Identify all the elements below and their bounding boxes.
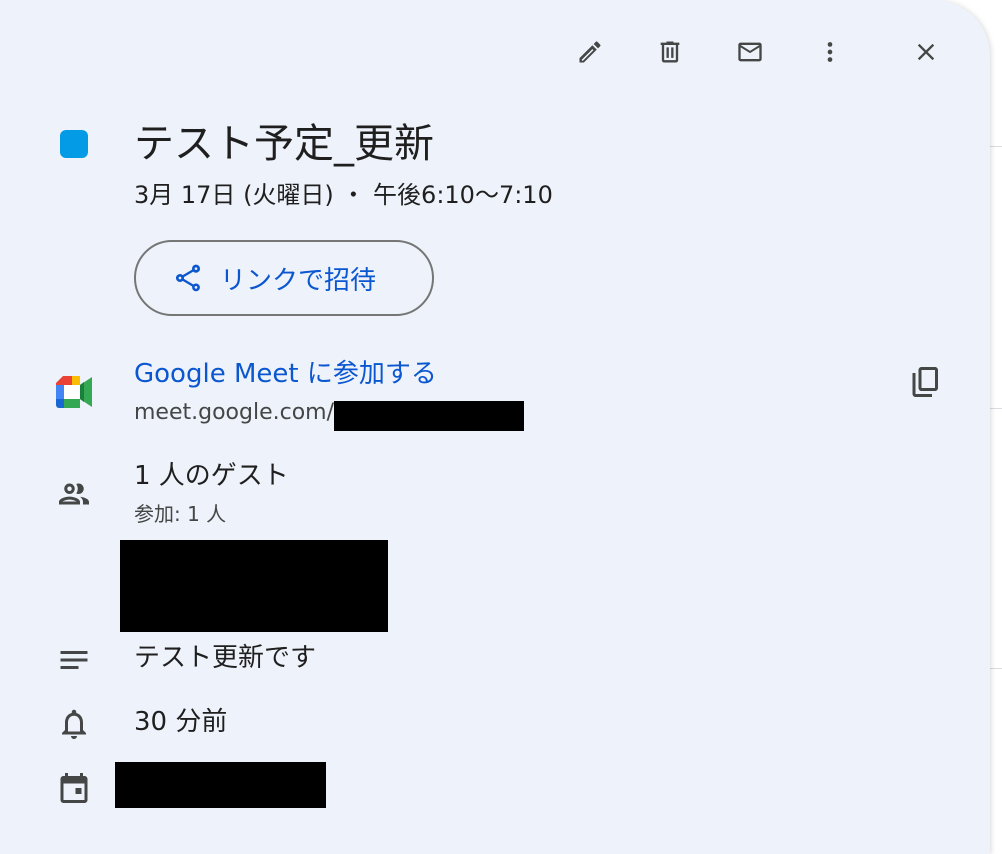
background-divider — [988, 408, 1002, 409]
delete-button[interactable] — [646, 28, 694, 76]
edit-pencil-icon — [579, 41, 601, 63]
event-datetime: 3月 17日 (火曜日) ・ 午後6:10〜7:10 — [134, 181, 553, 209]
guests-row-icon — [54, 474, 94, 514]
event-reminder: 30 分前 — [134, 707, 228, 737]
meet-url: meet.google.com/ — [134, 400, 335, 425]
copy-conference-info-button[interactable] — [900, 356, 952, 408]
event-details-card: テスト予定_更新 3月 17日 (火曜日) ・ 午後6:10〜7:10 リンクで… — [0, 0, 990, 854]
notes-icon — [60, 651, 88, 669]
guest-rsvp-summary: 参加: 1 人 — [134, 502, 227, 526]
guest-count: 1 人のゲスト — [134, 461, 289, 491]
bell-icon — [62, 709, 86, 739]
event-color-indicator — [60, 130, 88, 158]
redacted-guest-entry — [120, 540, 388, 632]
people-icon — [59, 483, 89, 505]
event-description: テスト更新です — [134, 643, 317, 673]
more-vert-icon — [827, 42, 833, 62]
redacted-calendar-name — [115, 762, 326, 808]
reminder-row-icon — [54, 704, 94, 744]
edit-button[interactable] — [566, 28, 614, 76]
redacted-meet-code — [334, 401, 524, 431]
calendar-event-icon — [60, 773, 88, 803]
email-guests-button[interactable] — [726, 28, 774, 76]
trash-icon — [660, 41, 680, 63]
close-button[interactable] — [902, 28, 950, 76]
background-divider — [988, 146, 1002, 147]
copy-icon — [912, 367, 938, 397]
more-options-button[interactable] — [806, 28, 854, 76]
mail-icon — [738, 42, 762, 62]
calendar-row-icon — [54, 768, 94, 808]
invite-via-link-button[interactable]: リンクで招待 — [134, 240, 434, 316]
event-title: テスト予定_更新 — [134, 121, 434, 167]
google-meet-logo — [56, 376, 92, 408]
background-divider — [988, 668, 1002, 669]
close-icon — [917, 43, 935, 61]
share-icon — [175, 264, 201, 292]
invite-via-link-label: リンクで招待 — [220, 265, 377, 296]
join-google-meet-link[interactable]: Google Meet に参加する — [134, 354, 437, 394]
description-row-icon — [54, 640, 94, 680]
